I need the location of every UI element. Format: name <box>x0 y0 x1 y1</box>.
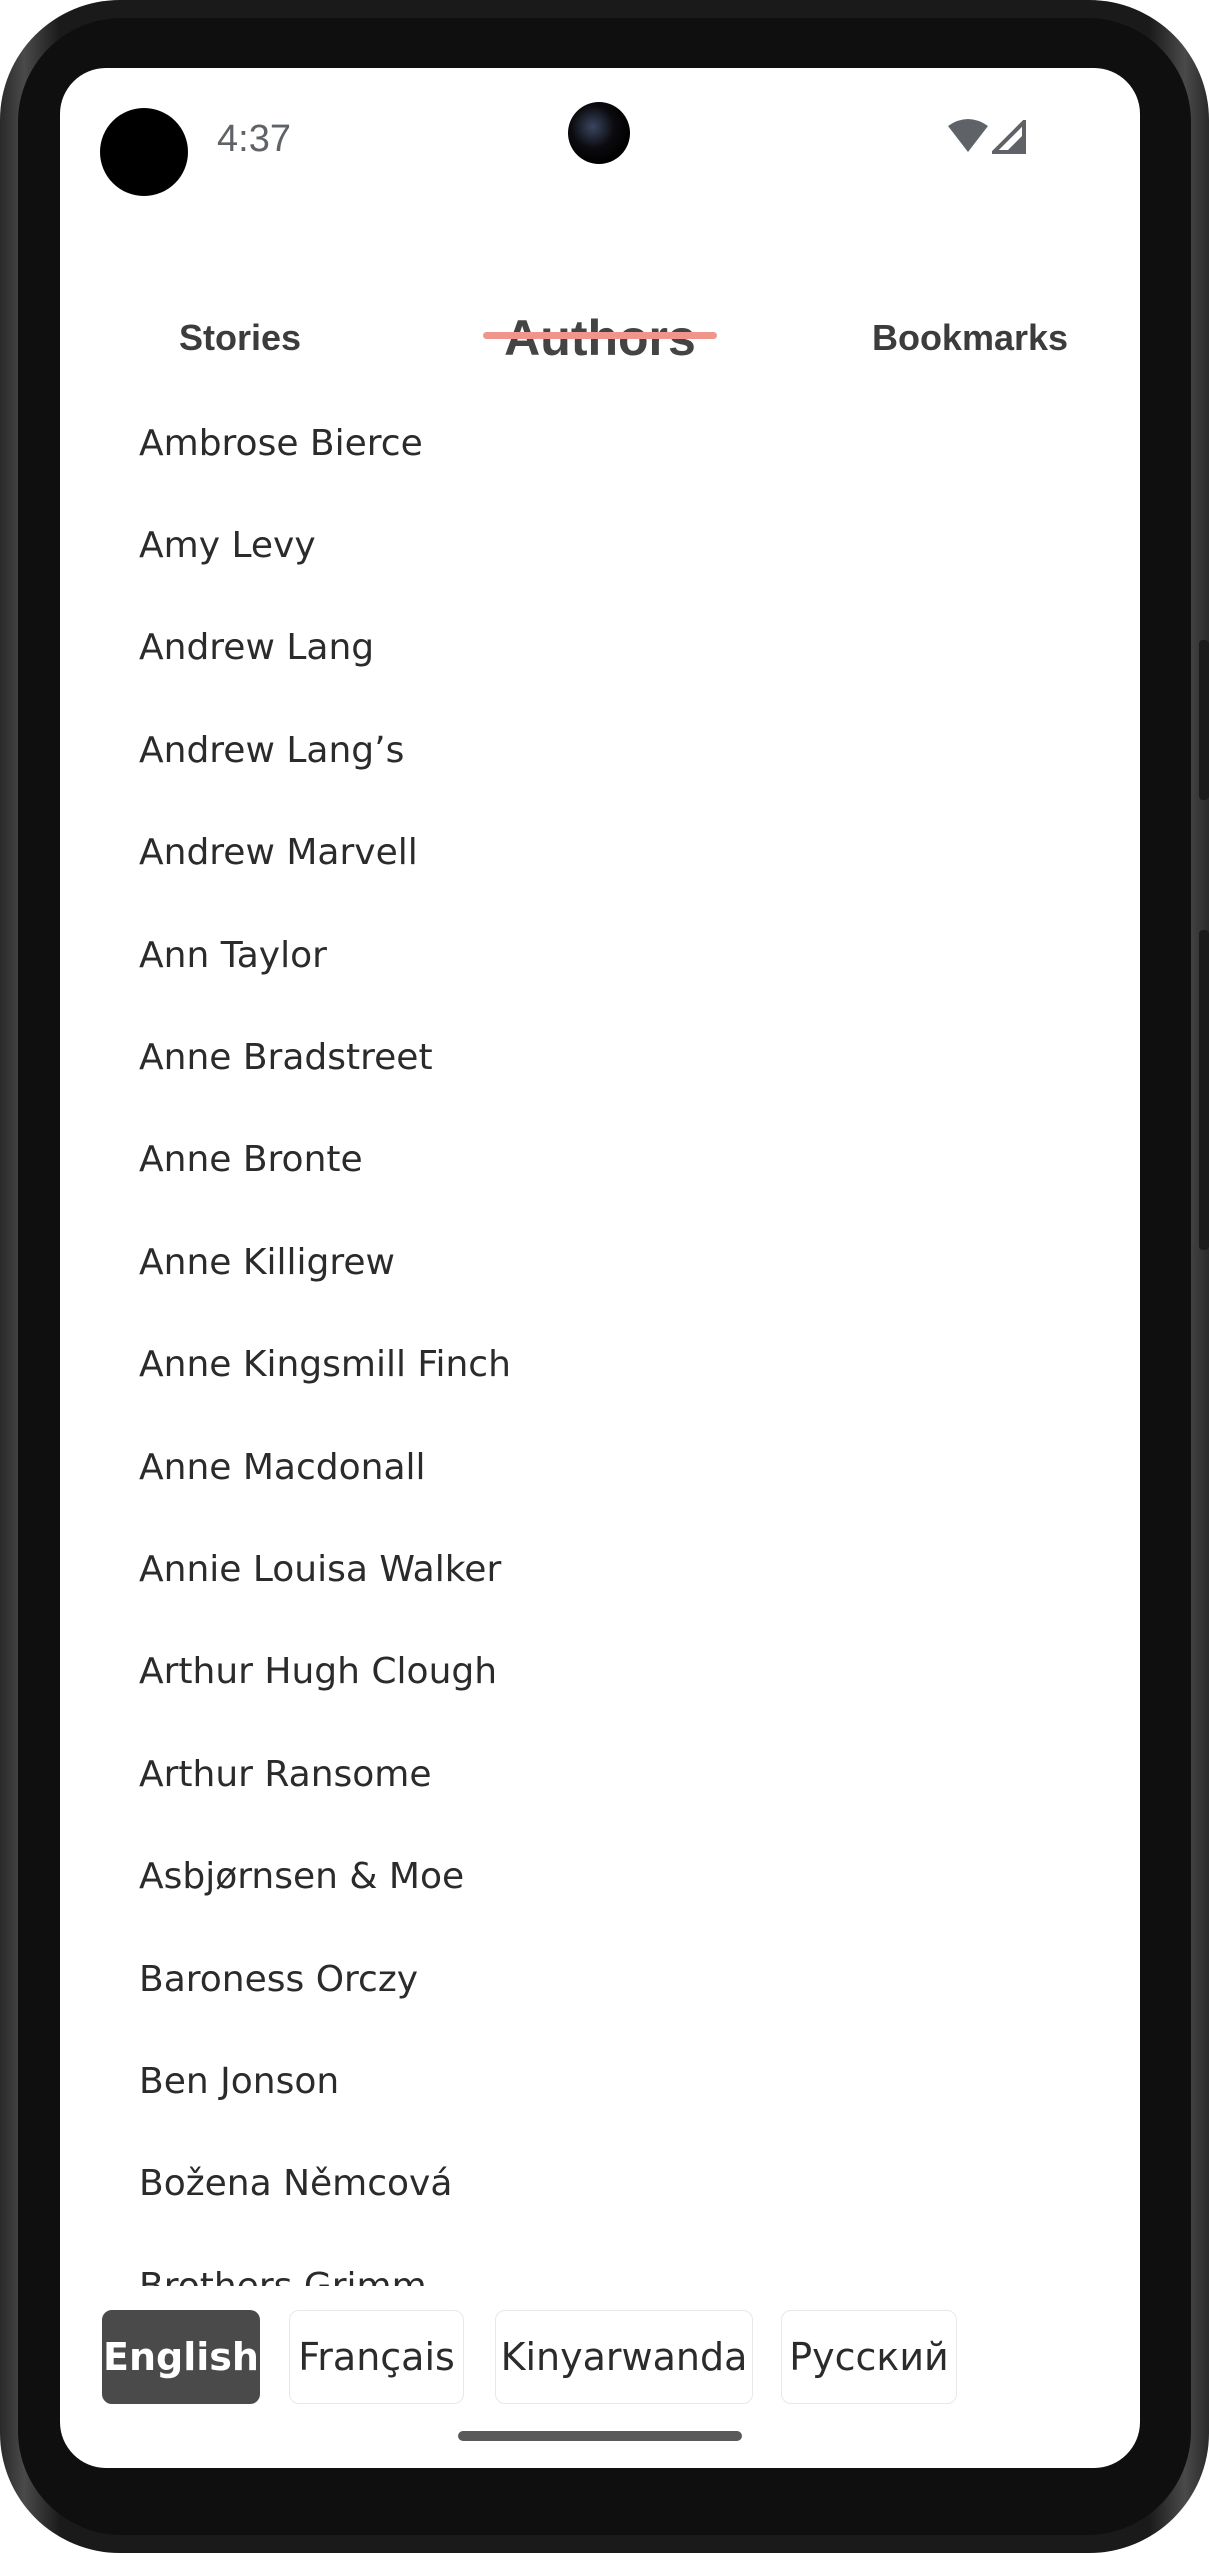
status-time: 4:37 <box>217 118 291 160</box>
author-item[interactable]: Asbjørnsen & Moe <box>60 1825 1140 1927</box>
language-chip-kinyarwanda[interactable]: Kinyarwanda <box>495 2310 753 2404</box>
author-item[interactable]: Ben Jonson <box>60 2030 1140 2132</box>
author-item[interactable]: Baroness Orczy <box>60 1928 1140 2030</box>
language-selector: English Français Kinyarwanda Русский <box>60 2286 1140 2416</box>
author-item[interactable]: Anne Bradstreet <box>60 1006 1140 1108</box>
language-chip-english[interactable]: English <box>102 2310 260 2404</box>
authors-list: Ambrose Bierce Amy Levy Andrew Lang Andr… <box>60 392 1140 2337</box>
language-chip-russian[interactable]: Русский <box>781 2310 957 2404</box>
power-button <box>1199 930 1209 1250</box>
status-icons <box>948 118 1028 158</box>
author-item[interactable]: Andrew Marvell <box>60 802 1140 904</box>
tab-stories[interactable]: Stories <box>120 268 360 408</box>
language-chip-french[interactable]: Français <box>289 2310 464 2404</box>
front-camera <box>568 102 630 164</box>
author-item[interactable]: Anne Bronte <box>60 1109 1140 1211</box>
author-item[interactable]: Andrew Lang’s <box>60 699 1140 801</box>
home-indicator[interactable] <box>458 2431 742 2441</box>
volume-button <box>1199 640 1209 800</box>
author-item[interactable]: Arthur Ransome <box>60 1723 1140 1825</box>
active-tab-indicator <box>483 332 717 339</box>
wifi-icon <box>948 119 988 152</box>
cell-signal-icon <box>992 120 1026 154</box>
author-item[interactable]: Anne Killigrew <box>60 1211 1140 1313</box>
author-item[interactable]: Anne Macdonall <box>60 1416 1140 1518</box>
tab-bookmarks[interactable]: Bookmarks <box>840 268 1100 408</box>
author-item[interactable]: Ann Taylor <box>60 904 1140 1006</box>
author-item[interactable]: Amy Levy <box>60 494 1140 596</box>
author-item[interactable]: Božena Němcová <box>60 2133 1140 2235</box>
author-item[interactable]: Annie Louisa Walker <box>60 1518 1140 1620</box>
author-item[interactable]: Ambrose Bierce <box>60 392 1140 494</box>
author-item[interactable]: Andrew Lang <box>60 597 1140 699</box>
app-screen: 4:37 Stories Authors Bookmarks Ambrose B… <box>60 68 1140 2468</box>
author-item[interactable]: Anne Kingsmill Finch <box>60 1314 1140 1416</box>
notification-dot <box>100 108 188 196</box>
status-bar: 4:37 <box>60 68 1140 208</box>
author-item[interactable]: Arthur Hugh Clough <box>60 1621 1140 1723</box>
